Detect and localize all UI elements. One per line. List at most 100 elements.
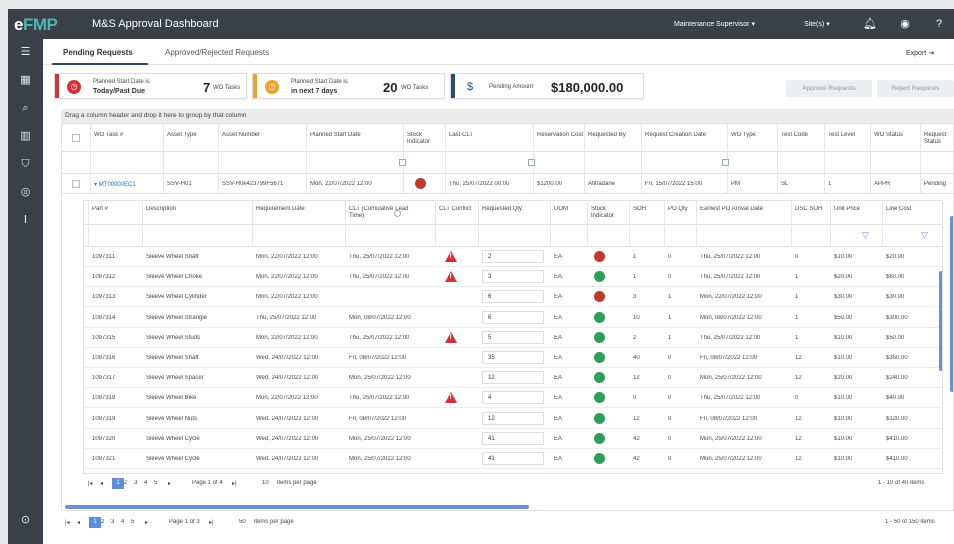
- part-row[interactable]: 1097321 Sleeve Wheel Cycle Wed, 24/07/2022…: [84, 449, 942, 469]
- sidebar-help[interactable]: ⊙: [18, 513, 33, 528]
- requested-qty-input[interactable]: 6: [482, 290, 544, 304]
- column-header[interactable]: Stock Indicator: [407, 132, 445, 146]
- part-row[interactable]: 1097319 Sleeve Wheel Nuts Wed, 24/07/2022 …: [84, 409, 942, 429]
- horizontal-scrollbar[interactable]: [65, 505, 529, 509]
- wo-task-link[interactable]: ▾ MT00000EC1: [94, 181, 136, 188]
- part-row[interactable]: 1097314 Sleeve Wheel Strangle Thu, 25/07/2…: [84, 308, 942, 328]
- page-button[interactable]: 5: [154, 480, 157, 486]
- requested-qty-input[interactable]: 3: [482, 270, 544, 284]
- page-button[interactable]: 1: [112, 478, 124, 489]
- requested-qty-input[interactable]: 12: [482, 411, 544, 425]
- requested-qty-input[interactable]: 41: [482, 431, 544, 445]
- approve-requests-button[interactable]: Approve Requests: [786, 80, 872, 97]
- tab-pending-requests[interactable]: Pending Requests: [63, 48, 133, 57]
- user-icon[interactable]: ◉: [898, 17, 912, 31]
- export-button[interactable]: Export ⇥: [906, 49, 934, 57]
- subgrid-column-header[interactable]: Line Cost: [886, 206, 936, 213]
- select-all-checkbox[interactable]: [72, 134, 80, 142]
- card-next-7-days[interactable]: ◷ Planned Start Date is in next 7 days 2…: [252, 73, 445, 99]
- subgrid-column-header[interactable]: Requested Qty: [482, 206, 550, 213]
- requested-qty-input[interactable]: 6: [482, 310, 544, 324]
- filter-icon[interactable]: ▽: [862, 230, 869, 241]
- page-button[interactable]: 3: [134, 480, 137, 486]
- per-page-select[interactable]: 10: [262, 480, 269, 486]
- subgrid-column-header[interactable]: UOM: [554, 206, 584, 213]
- part-row[interactable]: 1097311 Sleeve Wheel Shaft Mon, 22/07/2022…: [84, 247, 942, 267]
- page-button[interactable]: 4: [121, 519, 124, 525]
- last-page-icon[interactable]: ▸|: [232, 480, 237, 487]
- part-row[interactable]: 1097315 Sleeve Wheel Studs Mon, 22/07/2022…: [84, 328, 942, 348]
- subgrid-column-header[interactable]: Description: [146, 206, 251, 213]
- subgrid-column-header[interactable]: Requirement Date: [256, 206, 344, 213]
- sidebar-item-security[interactable]: ⛉: [18, 157, 33, 172]
- role-dropdown[interactable]: Maintenance Supervisor ▾: [674, 20, 755, 28]
- column-header[interactable]: Asset Number: [222, 132, 307, 139]
- info-icon[interactable]: [394, 210, 401, 217]
- app-logo[interactable]: eFMP: [14, 15, 58, 35]
- page-button[interactable]: 1: [89, 517, 101, 528]
- per-page-select[interactable]: 50: [239, 519, 246, 525]
- sidebar-item-search[interactable]: ⌕: [18, 101, 33, 116]
- calendar-filter-icon[interactable]: [722, 159, 729, 166]
- column-header[interactable]: WO Status: [874, 132, 920, 139]
- part-row[interactable]: 1097316 Sleeve Wheel Shaft Wed, 24/07/2022…: [84, 348, 942, 368]
- column-header[interactable]: WO Task #: [94, 132, 164, 139]
- column-header[interactable]: Request Status: [924, 132, 953, 146]
- calendar-filter-icon[interactable]: [528, 159, 535, 166]
- requested-qty-input[interactable]: 2: [482, 250, 544, 263]
- part-row[interactable]: 1097312 Sleeve Wheel Choke Mon, 22/07/2022…: [84, 267, 942, 288]
- column-header[interactable]: Test Code: [781, 132, 825, 139]
- sidebar-item-calendar[interactable]: ▦: [18, 73, 33, 88]
- column-header[interactable]: Last CLT: [449, 132, 534, 139]
- card-past-due[interactable]: ◷ Planned Start Date is Today/Past Due 7…: [54, 73, 247, 99]
- grid-vertical-scrollbar[interactable]: [950, 216, 953, 392]
- prev-page-icon[interactable]: ◂: [100, 480, 103, 487]
- next-page-icon[interactable]: ▸: [168, 480, 171, 487]
- subgrid-column-header[interactable]: DSC SOH: [795, 206, 831, 213]
- subgrid-column-header[interactable]: Stock Indicator: [591, 206, 627, 220]
- prev-page-icon[interactable]: ◂: [77, 519, 80, 526]
- subgrid-column-header[interactable]: PO Qty: [668, 206, 696, 213]
- first-page-icon[interactable]: |◂: [65, 519, 70, 526]
- subgrid-column-header[interactable]: Earliest PO Arrival Date: [700, 206, 790, 213]
- subgrid-column-header[interactable]: CLT Conflict: [439, 206, 477, 213]
- tab-approved-rejected[interactable]: Approved/Rejected Requests: [165, 48, 269, 57]
- column-header[interactable]: Planned Start Date: [310, 132, 405, 139]
- requested-qty-input[interactable]: 35: [482, 351, 544, 364]
- bell-icon[interactable]: 🔔︎: [863, 17, 877, 31]
- requested-qty-input[interactable]: 12: [482, 371, 544, 385]
- column-header[interactable]: WO Type: [731, 132, 777, 139]
- subgrid-vertical-scrollbar[interactable]: [939, 271, 942, 371]
- part-row[interactable]: 1097318 Sleeve Wheel Bike Mon, 22/07/2022 …: [84, 388, 942, 409]
- column-header[interactable]: Requested By: [588, 132, 642, 139]
- sidebar-item-checklist[interactable]: ☰: [18, 45, 33, 60]
- subgrid-column-header[interactable]: SOH: [633, 206, 663, 213]
- page-button[interactable]: 3: [111, 519, 114, 525]
- sidebar-item-info[interactable]: Ⅰ: [18, 213, 33, 228]
- filter-icon[interactable]: ▽: [921, 230, 928, 241]
- reject-requests-button[interactable]: Reject Requests: [877, 80, 954, 97]
- sidebar-item-reports[interactable]: ▥: [18, 129, 33, 144]
- last-page-icon[interactable]: ▸|: [209, 519, 214, 526]
- next-page-icon[interactable]: ▸: [145, 519, 148, 526]
- column-header[interactable]: Asset Type: [167, 132, 219, 139]
- requested-qty-input[interactable]: 5: [482, 330, 544, 344]
- part-row[interactable]: 1097317 Sleeve Wheel Spacer Wed, 24/07/202…: [84, 368, 942, 389]
- column-header[interactable]: Request Creation Date: [645, 132, 725, 139]
- page-button[interactable]: 2: [101, 519, 104, 525]
- part-row[interactable]: 1097320 Sleeve Wheel Cycle Wed, 24/07/2022…: [84, 429, 942, 449]
- page-button[interactable]: 4: [144, 480, 147, 486]
- card-pending-amount[interactable]: $ Pending Amount $180,000.00: [450, 73, 644, 99]
- requested-qty-input[interactable]: 4: [482, 391, 544, 405]
- first-page-icon[interactable]: |◂: [88, 480, 93, 487]
- sidebar-item-users[interactable]: ◎: [18, 185, 33, 200]
- calendar-filter-icon[interactable]: [399, 159, 406, 166]
- sites-dropdown[interactable]: Site(s) ▾: [804, 20, 830, 28]
- subgrid-column-header[interactable]: Part #: [92, 206, 142, 213]
- page-button[interactable]: 2: [124, 480, 127, 486]
- subgrid-column-header[interactable]: Unit Price: [834, 206, 880, 213]
- subgrid-column-header[interactable]: CLT (Cumulative Lead Time): [349, 206, 419, 220]
- column-header[interactable]: Reservation Cost: [537, 132, 585, 139]
- part-row[interactable]: 1097313 Sleeve Wheel Cylinder Mon, 22/07/2…: [84, 287, 942, 308]
- requested-qty-input[interactable]: 41: [482, 452, 544, 465]
